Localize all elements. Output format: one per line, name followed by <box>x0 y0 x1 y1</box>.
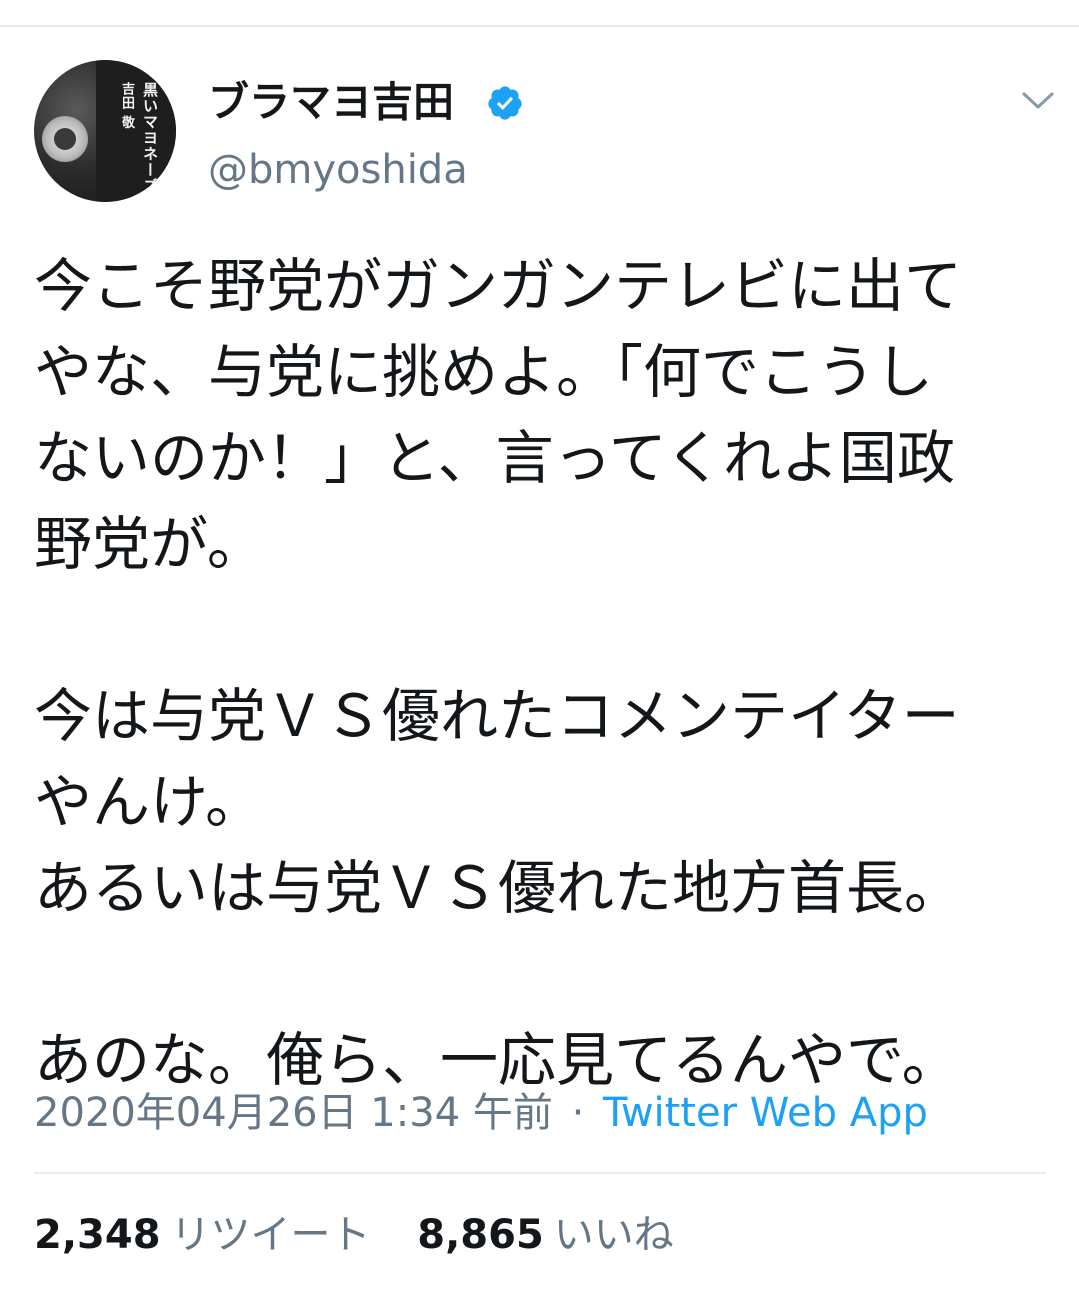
author-username[interactable]: @bmyoshida <box>208 146 468 194</box>
author-display-name[interactable]: ブラマヨ吉田 <box>208 78 454 126</box>
retweet-count: 2,348 <box>34 1212 161 1258</box>
verified-badge-icon <box>488 86 522 120</box>
avatar[interactable]: 黒いマヨネーズ 吉田 敬 <box>34 60 176 202</box>
tweet-timestamp[interactable]: 2020年04月26日 1:34 午前 <box>34 1090 553 1136</box>
avatar-plate-image <box>42 116 88 162</box>
meta-separator: · <box>571 1090 585 1136</box>
tweet-header: 黒いマヨネーズ 吉田 敬 ブラマヨ吉田 @bmyoshida <box>34 58 1054 208</box>
avatar-book-author: 吉田 敬 <box>119 82 134 130</box>
like-label: いいね <box>553 1212 674 1258</box>
retweet-label: リツイート <box>170 1212 371 1258</box>
tweet-meta: 2020年04月26日 1:34 午前 · Twitter Web App <box>34 1088 928 1138</box>
top-divider <box>0 25 1079 27</box>
avatar-book-title: 黒いマヨネーズ <box>141 82 159 194</box>
tweet-stats: 2,348 リツイート 8,865 いいね <box>34 1210 708 1260</box>
like-stat[interactable]: 8,865 いいね <box>417 1210 674 1260</box>
retweet-stat[interactable]: 2,348 リツイート <box>34 1210 371 1260</box>
tweet-text: 今こそ野党がガンガンテレビに出て やな、与党に挑めよ。「何でこうし ないのか！」… <box>34 252 963 1094</box>
like-count: 8,865 <box>417 1212 544 1258</box>
chevron-down-icon[interactable] <box>1020 88 1056 112</box>
stats-divider <box>34 1172 1046 1174</box>
avatar-book-image <box>96 60 176 202</box>
tweet-source-link[interactable]: Twitter Web App <box>603 1090 928 1136</box>
